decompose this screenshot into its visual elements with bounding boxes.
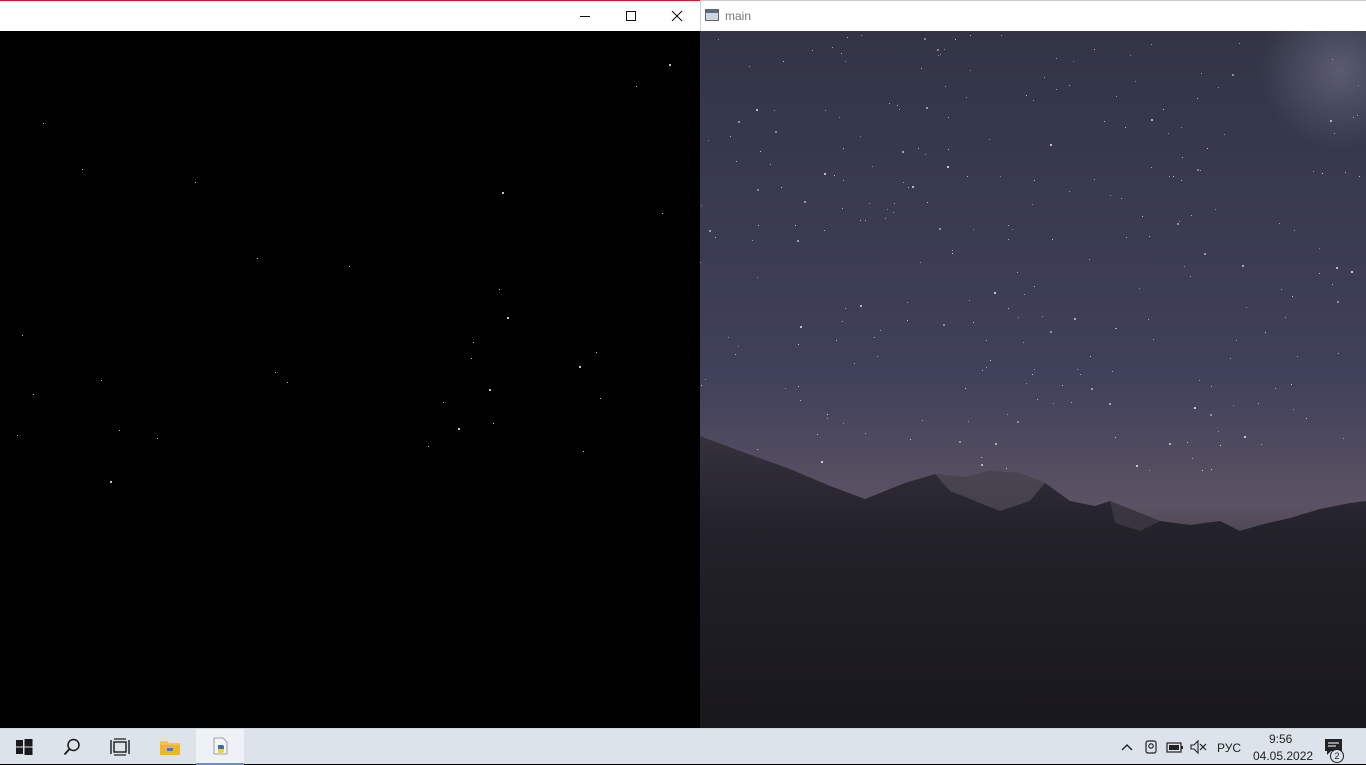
battery-tray-button[interactable] [1166, 738, 1184, 756]
star [473, 342, 475, 344]
processed-star-view [0, 31, 700, 728]
notification-count-badge: 2 [1330, 749, 1344, 763]
start-button[interactable] [0, 729, 48, 765]
star [157, 438, 159, 440]
main-window: main [700, 0, 1366, 728]
left-window-titlebar[interactable] [0, 0, 700, 31]
star [499, 289, 501, 291]
star [471, 358, 473, 360]
search-button[interactable] [48, 729, 96, 765]
clock-time[interactable]: 9:56 [1269, 732, 1292, 746]
taskbar: РУС 9:56 04.05.2022 2 [0, 728, 1366, 765]
star [22, 335, 24, 337]
star [493, 423, 495, 425]
star [33, 394, 35, 396]
task-view-icon [110, 738, 130, 756]
volume-muted-icon [1190, 739, 1207, 755]
camera-icon [1145, 740, 1157, 754]
mountain-silhouette [700, 31, 1366, 728]
python-icon [213, 737, 228, 755]
window-title: main [725, 9, 752, 23]
search-icon [63, 738, 80, 756]
folder-icon [160, 741, 180, 755]
star [195, 182, 197, 184]
minimize-icon [580, 16, 590, 17]
task-view-button[interactable] [96, 729, 144, 765]
star [443, 402, 445, 404]
camera-tray-button[interactable] [1142, 738, 1160, 756]
maximize-button[interactable] [608, 1, 654, 31]
star [110, 481, 112, 483]
battery-icon [1166, 742, 1183, 753]
star [43, 123, 45, 125]
star [275, 372, 277, 374]
night-sky-image [700, 31, 1366, 728]
close-icon [671, 10, 683, 22]
star [600, 398, 602, 400]
star [428, 446, 430, 448]
action-center-button[interactable]: 2 [1316, 729, 1360, 765]
main-window-titlebar[interactable]: main [700, 0, 1366, 31]
chevron-up-icon [1121, 744, 1133, 751]
maximize-icon [626, 11, 636, 21]
star [507, 317, 509, 319]
star [101, 380, 103, 382]
star [489, 389, 491, 391]
star [82, 169, 84, 171]
star [636, 86, 638, 88]
star [257, 258, 259, 260]
star [349, 266, 351, 268]
minimize-button[interactable] [562, 1, 608, 31]
star [502, 192, 504, 194]
close-button[interactable] [654, 1, 700, 31]
volume-tray-button[interactable] [1189, 738, 1207, 756]
show-hidden-icons-button[interactable] [1118, 738, 1136, 756]
star [17, 435, 19, 437]
star [458, 428, 460, 430]
file-explorer-button[interactable] [146, 729, 194, 765]
star [583, 451, 585, 453]
star [596, 352, 598, 354]
star [119, 430, 121, 432]
input-language-indicator[interactable]: РУС [1217, 741, 1241, 755]
python-app-button[interactable] [196, 729, 244, 765]
clock-date[interactable]: 04.05.2022 [1253, 749, 1313, 763]
caption-buttons [562, 1, 700, 31]
left-window [0, 0, 700, 728]
windows-logo-icon [16, 739, 33, 755]
app-window-icon [705, 9, 719, 21]
star [579, 366, 581, 368]
star [662, 213, 664, 215]
star [669, 64, 671, 66]
star [287, 382, 289, 384]
